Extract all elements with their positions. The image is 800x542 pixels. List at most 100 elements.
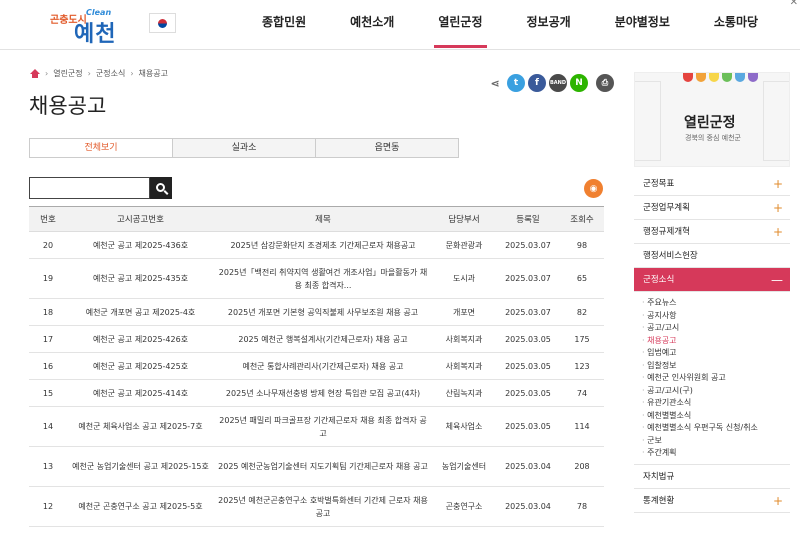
table-row[interactable]: 20 예천군 공고 제2025-436호 2025년 삼강문화단지 조경제초 기간제…	[29, 231, 604, 259]
row-date: 2025.03.05	[496, 379, 560, 407]
row-notice-code: 예천군 곤충연구소 공고 제2025-5호	[67, 486, 214, 527]
search-button[interactable]	[150, 177, 172, 199]
nav-item[interactable]: 예천소개	[328, 0, 416, 50]
twitter-icon[interactable]: t	[507, 74, 525, 92]
close-icon[interactable]: ✕	[790, 0, 798, 8]
search-input[interactable]	[29, 177, 150, 199]
breadcrumb: › 열린군정 › 군정소식 › 채용공고	[30, 68, 168, 79]
print-icon[interactable]: ⎙	[596, 74, 614, 92]
share-toolbar: ⋖ t f BAND N ⎙	[486, 74, 614, 92]
sidebar-item[interactable]: 행정서비스헌장	[634, 244, 790, 268]
home-icon[interactable]	[30, 69, 40, 78]
row-department: 농업기술센터	[432, 446, 496, 487]
sidebar-subitem[interactable]: 예천군 인사위원회 공고	[642, 372, 790, 385]
sidebar-item[interactable]: 자치법규	[634, 465, 790, 489]
column-header-number: 번호	[29, 206, 67, 232]
tab-towns[interactable]: 읍면동	[315, 139, 458, 157]
sidebar-subitem[interactable]: 입찰정보	[642, 360, 790, 373]
sidebar-item[interactable]: 통계현황 +	[634, 489, 790, 513]
page-title: 채용공고	[29, 94, 107, 118]
sidebar-subitem[interactable]: 공고/고시(구)	[642, 385, 790, 398]
sidebar-subitem[interactable]: 입법예고	[642, 347, 790, 360]
tab-departments[interactable]: 실과소	[172, 139, 315, 157]
row-notice-code: 예천군 공고 제2025-435호	[67, 258, 214, 299]
sidebar-subitem[interactable]: 예천별별소식 우편구독 신청/취소	[642, 422, 790, 435]
recruitment-table: 번호 고시공고번호 제목 담당부서 등록일 조회수 20 예천군 공고 제2025…	[29, 206, 604, 542]
chevron-right-icon: ›	[87, 69, 91, 78]
facebook-icon[interactable]: f	[528, 74, 546, 92]
table-row[interactable]: 16 예천군 공고 제2025-425호 예천군 통합사례관리사(기간제근로자) 채…	[29, 352, 604, 380]
row-title-link[interactable]: 2025년 패밀리 파크골프장 기간제근로자 채용 최종 합격자 공고	[214, 406, 432, 447]
table-row[interactable]: 12 예천군 곤충연구소 공고 제2025-5호 2025년 예천군곤충연구소 호박…	[29, 486, 604, 527]
sidebar-subitem[interactable]: 주요뉴스	[642, 297, 790, 310]
naver-icon[interactable]: N	[570, 74, 588, 92]
share-icon[interactable]: ⋖	[486, 74, 504, 92]
breadcrumb-item[interactable]: 열린군정	[53, 68, 82, 79]
sidebar-subitem[interactable]: 주간계획	[642, 447, 790, 460]
row-views: 123	[560, 352, 604, 380]
table-row[interactable]: 17 예천군 공고 제2025-426호 2025 예천군 행복설계사(기간제근로자…	[29, 325, 604, 353]
row-department	[432, 526, 496, 542]
row-title-link[interactable]: 2025년 삼강문화단지 조경제초 기간제근로자 채용공고	[214, 231, 432, 259]
row-notice-code: 예천군 개포면 공고 제2025-4호	[67, 298, 214, 326]
sidebar-item[interactable]: 군정소식 —	[634, 268, 790, 292]
plus-icon[interactable]: +	[773, 489, 783, 513]
row-department: 사회복지과	[432, 325, 496, 353]
sidebar-subitem[interactable]: 채용공고	[642, 335, 790, 348]
color-dots	[683, 73, 758, 82]
plus-icon[interactable]: +	[773, 220, 783, 244]
row-date: 2025.03.07	[496, 231, 560, 259]
table-row[interactable]: 14 예천군 체육사업소 공고 제2025-7호 2025년 패밀리 파크골프장 기…	[29, 406, 604, 447]
nav-item[interactable]: 소통마당	[692, 0, 780, 50]
sidebar-subitem[interactable]: 공고/고시	[642, 322, 790, 335]
sidebar-item[interactable]: 군정업무계획 +	[634, 196, 790, 220]
table-row[interactable]: 15 예천군 공고 제2025-414호 2025년 소나무재선충병 방제 현장 특…	[29, 379, 604, 407]
row-number: 15	[29, 379, 67, 407]
chevron-right-icon: ›	[45, 69, 49, 78]
plus-icon[interactable]: +	[773, 172, 783, 196]
main-navigation: 종합민원 예천소개 열린군정 정보공개 분야별정보 소통마당	[240, 0, 780, 50]
row-title-link[interactable]: 2025년 개포면 기본형 공익직불제 사무보조원 채용 공고	[214, 298, 432, 326]
minus-icon[interactable]: —	[771, 268, 783, 292]
table-row[interactable]: 19 예천군 공고 제2025-435호 2025년「백전리 취약지역 생활여건 개…	[29, 258, 604, 299]
column-header-title: 제목	[214, 206, 432, 232]
row-notice-code: 예천군 공고 제2025-436호	[67, 231, 214, 259]
nav-item[interactable]: 분야별정보	[593, 0, 692, 50]
row-notice-code: 예천군 공고 제2025-426호	[67, 325, 214, 353]
sidebar-subitem[interactable]: 공지사항	[642, 310, 790, 323]
row-department: 사회복지과	[432, 352, 496, 380]
sidebar-item[interactable]: 행정규제개혁 +	[634, 220, 790, 244]
breadcrumb-item[interactable]: 채용공고	[139, 68, 168, 79]
table-row[interactable]: 2025년 예천군곤충연구소 호박벌특화센터 공무직 근로자	[29, 526, 604, 542]
row-title-link[interactable]: 예천군 통합사례관리사(기간제근로자) 채용 공고	[214, 352, 432, 380]
row-title-link[interactable]: 2025년 소나무재선충병 방제 현장 특임관 모집 공고(4차)	[214, 379, 432, 407]
nav-item[interactable]: 종합민원	[240, 0, 328, 50]
sidebar-subitem[interactable]: 유관기관소식	[642, 397, 790, 410]
color-dot	[696, 73, 706, 82]
korea-flag-icon[interactable]	[149, 13, 176, 33]
breadcrumb-item[interactable]: 군정소식	[96, 68, 125, 79]
band-icon[interactable]: BAND	[549, 74, 567, 92]
row-title-link[interactable]: 2025년 예천군곤충연구소 호박벌특화센터 기간제 근로자 채용공고	[214, 486, 432, 527]
plus-icon[interactable]: +	[773, 196, 783, 220]
row-views: 98	[560, 231, 604, 259]
tab-all[interactable]: 전체보기	[30, 139, 172, 157]
row-views: 65	[560, 258, 604, 299]
row-title-link[interactable]: 2025년「백전리 취약지역 생활여건 개조사업」마을활동가 채용 최종 합격자…	[214, 258, 432, 299]
row-number: 16	[29, 352, 67, 380]
sidebar-subitem[interactable]: 예천별별소식	[642, 410, 790, 423]
sidebar-item[interactable]: 군정목표 +	[634, 172, 790, 196]
row-title-link[interactable]: 2025 예천군 행복설계사(기간제근로자) 채용 공고	[214, 325, 432, 353]
row-title-link[interactable]: 2025년 예천군곤충연구소 호박벌특화센터 공무직 근로자	[214, 526, 432, 542]
rss-icon[interactable]: ◉	[584, 179, 603, 198]
table-row[interactable]: 18 예천군 개포면 공고 제2025-4호 2025년 개포면 기본형 공익직불제…	[29, 298, 604, 326]
sidebar-header: 열린군정 경북의 중심 예천군	[634, 72, 790, 167]
nav-item[interactable]: 정보공개	[505, 0, 593, 50]
nav-item[interactable]: 열린군정	[416, 0, 504, 50]
site-logo[interactable]: 곤충도시 Clean 예천	[48, 8, 138, 47]
row-title-link[interactable]: 2025 예천군농업기술센터 지도기획팀 기간제근로자 채용 공고	[214, 446, 432, 487]
table-row[interactable]: 13 예천군 농업기술센터 공고 제2025-15호 2025 예천군농업기술센터 …	[29, 446, 604, 487]
sidebar-submenu: 주요뉴스공지사항공고/고시채용공고입법예고입찰정보예천군 인사위원회 공고공고/…	[634, 292, 790, 465]
row-department: 개포면	[432, 298, 496, 326]
sidebar-subitem[interactable]: 군보	[642, 435, 790, 448]
